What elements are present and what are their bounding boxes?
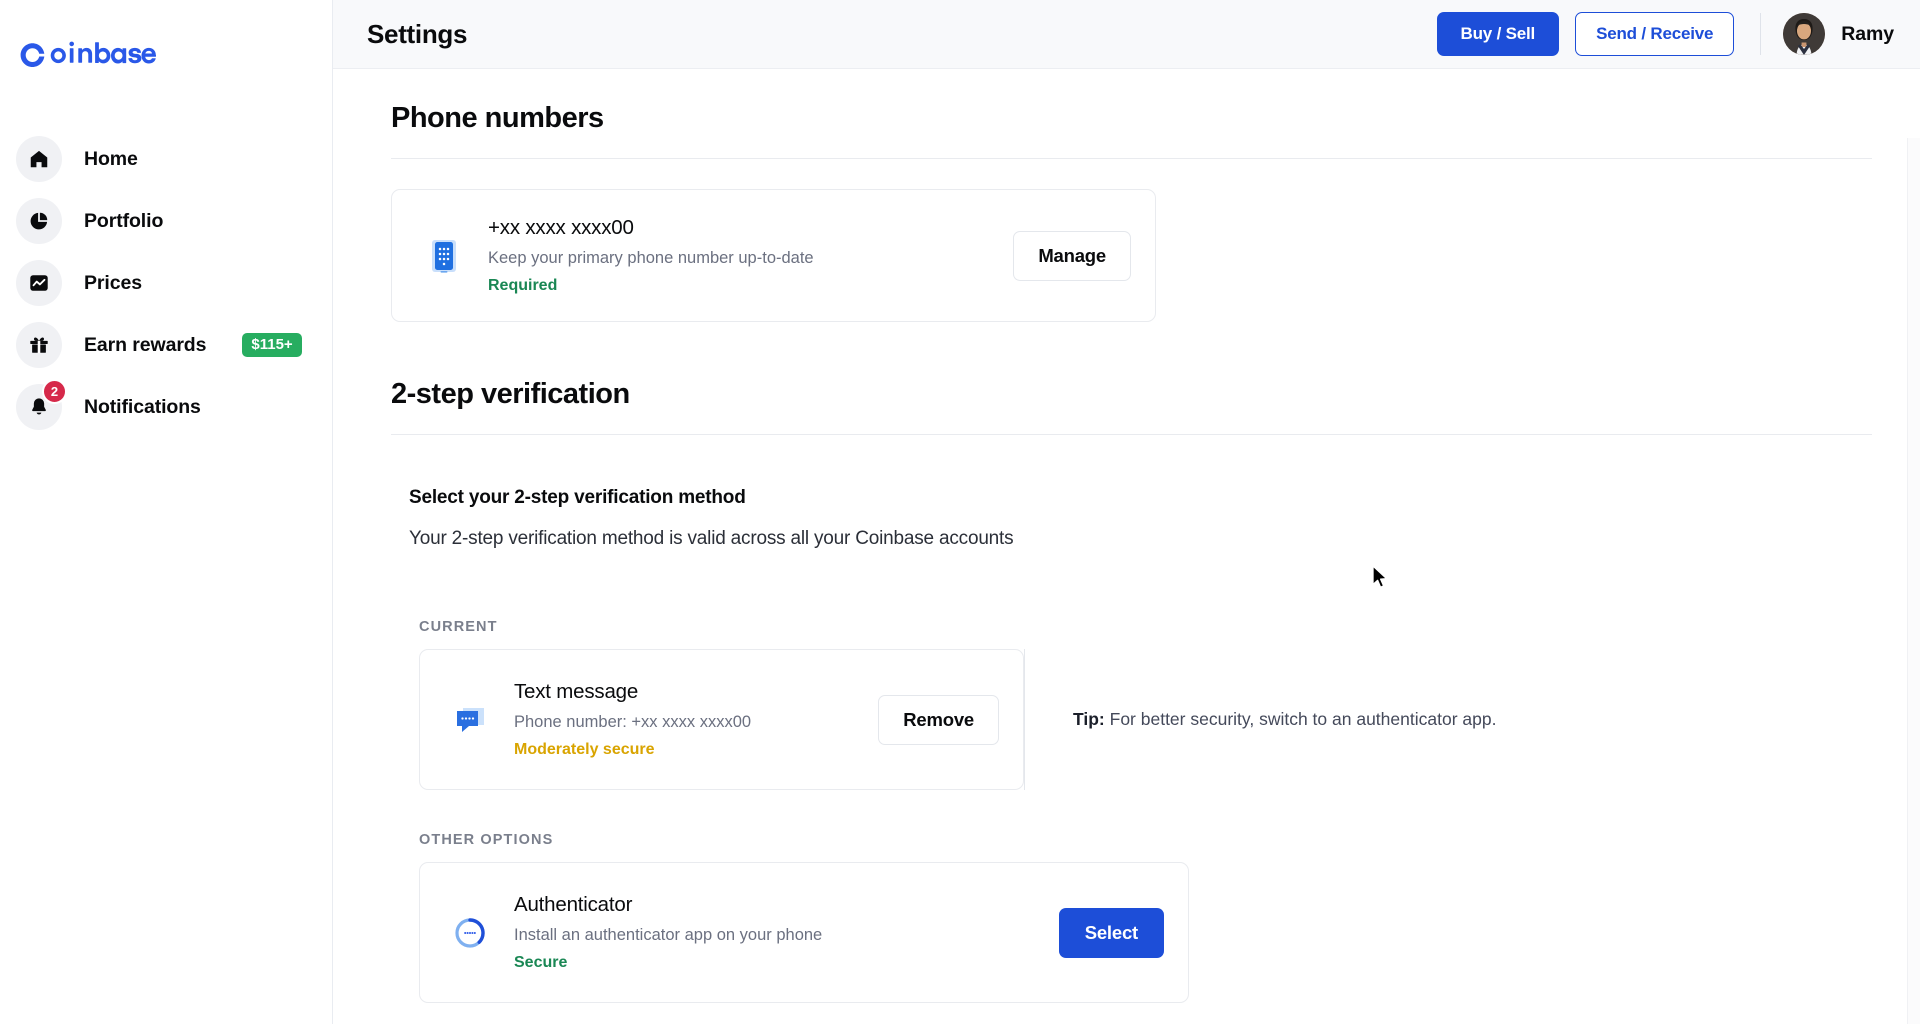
coinbase-logo[interactable] (0, 14, 332, 82)
text-message-status-badge: Moderately secure (514, 741, 655, 758)
remove-text-message-button[interactable]: Remove (878, 694, 999, 745)
sidebar-item-prices[interactable]: Prices (0, 252, 332, 314)
security-tip: Tip: For better security, switch to an a… (1024, 649, 1536, 790)
text-message-description: Phone number: +xx xxxx xxxx00 (514, 713, 752, 731)
top-bar-actions: Buy / Sell Send / Receive Ramy (1436, 12, 1894, 56)
two-step-verification-heading: 2-step verification (391, 378, 630, 410)
main-area: Settings Buy / Sell Send / Receive Ramy … (333, 0, 1920, 1024)
sidebar-nav: Home Portfolio Prices Earn rewards $115+… (0, 128, 332, 438)
sidebar-item-label: Earn rewards (84, 333, 207, 356)
authenticator-card-wrapper: Authenticator Install an authenticator a… (419, 862, 1189, 1003)
manage-phone-button[interactable]: Manage (1013, 230, 1131, 281)
section-divider (391, 158, 1872, 159)
current-method-row: Text message Phone number: +xx xxxx xxxx… (419, 649, 1872, 790)
other-options-eyebrow-label: OTHER OPTIONS (419, 832, 554, 848)
notifications-badge: 2 (42, 379, 67, 404)
security-tip-body: For better security, switch to an authen… (1104, 708, 1497, 729)
security-tip-label: Tip: (1073, 708, 1105, 729)
text-message-title: Text message (514, 680, 639, 703)
section-divider (391, 434, 1872, 435)
earn-rewards-amount-pill: $115+ (242, 333, 302, 357)
current-method-column: Text message Phone number: +xx xxxx xxxx… (419, 649, 1024, 790)
sidebar: Home Portfolio Prices Earn rewards $115+… (0, 0, 333, 1024)
top-bar: Settings Buy / Sell Send / Receive Ramy (333, 0, 1920, 69)
user-menu[interactable]: Ramy (1783, 13, 1894, 55)
pie-chart-icon (16, 198, 62, 244)
authenticator-method-card: Authenticator Install an authenticator a… (419, 862, 1189, 1003)
gift-icon (16, 322, 62, 368)
sms-chat-icon (448, 700, 492, 740)
authenticator-ring-icon (448, 913, 492, 953)
sidebar-item-label: Home (84, 147, 138, 170)
toolbar-divider (1760, 13, 1762, 55)
phone-number-card-wrapper: +xx xxxx xxxx00 Keep your primary phone … (391, 189, 1156, 322)
sidebar-item-earn-rewards[interactable]: Earn rewards $115+ (0, 314, 332, 376)
text-message-card-body: Text message Phone number: +xx xxxx xxxx… (514, 680, 878, 759)
phone-number-description: Keep your primary phone number up-to-dat… (488, 249, 814, 267)
buy-sell-button[interactable]: Buy / Sell (1436, 12, 1560, 56)
home-icon (16, 136, 62, 182)
phone-number-card-body: +xx xxxx xxxx00 Keep your primary phone … (488, 216, 1013, 295)
two-step-lead-title: Select your 2-step verification method (409, 487, 746, 508)
phone-number-status-badge: Required (488, 277, 558, 294)
security-tip-text: Tip: For better security, switch to an a… (1073, 706, 1496, 733)
bell-icon: 2 (16, 379, 67, 430)
select-authenticator-button[interactable]: Select (1058, 907, 1164, 958)
two-step-lead-subtitle: Your 2-step verification method is valid… (409, 528, 1014, 549)
sidebar-item-home[interactable]: Home (0, 128, 332, 190)
authenticator-card-body: Authenticator Install an authenticator a… (514, 893, 1059, 972)
sidebar-item-notifications[interactable]: 2 Notifications (0, 376, 332, 438)
current-method-block: CURRENT Text message Phone number: +xx x… (409, 619, 1872, 790)
app-root: Home Portfolio Prices Earn rewards $115+… (0, 0, 1920, 1024)
sidebar-item-label: Portfolio (84, 209, 164, 232)
user-name: Ramy (1841, 22, 1894, 45)
text-message-method-card: Text message Phone number: +xx xxxx xxxx… (419, 649, 1024, 790)
authenticator-title: Authenticator (514, 893, 633, 916)
sidebar-item-label: Prices (84, 271, 142, 294)
settings-content: Phone numbers +xx xxxx xxxx00 Keep your … (333, 69, 1920, 1024)
sidebar-item-portfolio[interactable]: Portfolio (0, 190, 332, 252)
authenticator-status-badge: Secure (514, 954, 568, 971)
phone-number-value: +xx xxxx xxxx00 (488, 216, 634, 239)
avatar (1783, 13, 1826, 55)
other-options-block: OTHER OPTIONS Authenticator Install an a… (409, 832, 1872, 1003)
current-eyebrow-label: CURRENT (419, 619, 498, 635)
two-step-body: Select your 2-step verification method Y… (391, 487, 1872, 1003)
chart-line-icon (16, 260, 62, 306)
phone-numbers-heading: Phone numbers (391, 102, 604, 134)
sidebar-item-label: Notifications (84, 395, 201, 418)
phone-number-card: +xx xxxx xxxx00 Keep your primary phone … (391, 189, 1156, 322)
page-scrollbar[interactable] (1907, 138, 1920, 1024)
authenticator-description: Install an authenticator app on your pho… (514, 926, 823, 944)
send-receive-button[interactable]: Send / Receive (1575, 12, 1735, 56)
mobile-phone-icon (422, 236, 466, 276)
content-inner: Phone numbers +xx xxxx xxxx00 Keep your … (333, 69, 1920, 1003)
page-title: Settings (367, 18, 468, 49)
